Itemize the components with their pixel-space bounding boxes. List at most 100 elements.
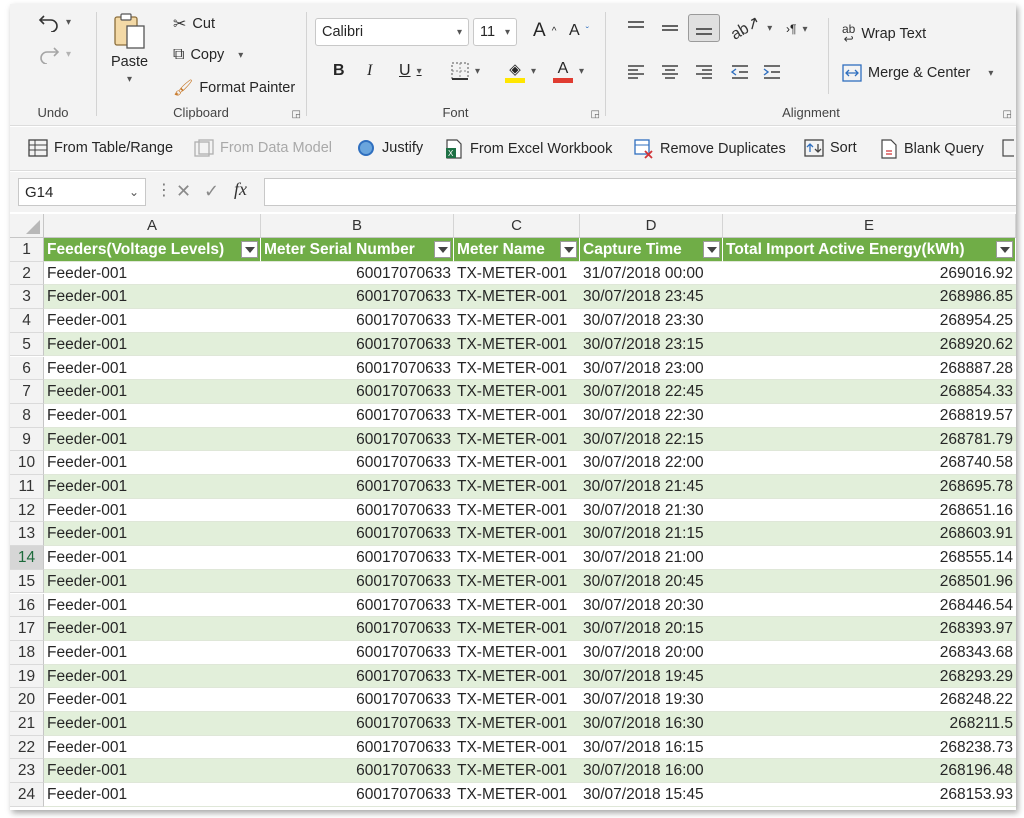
- table-cell[interactable]: Feeder-001: [44, 427, 261, 452]
- table-cell[interactable]: TX-METER-001: [454, 451, 580, 475]
- row-number[interactable]: 9: [10, 427, 44, 452]
- table-cell[interactable]: Feeder-001: [44, 617, 261, 641]
- table-cell[interactable]: 30/07/2018 15:45: [580, 783, 723, 807]
- more-options-icon[interactable]: ⋮: [156, 180, 172, 200]
- row-number[interactable]: 8: [10, 403, 44, 428]
- font-size-dropdown[interactable]: 11 ▾: [473, 18, 517, 46]
- table-cell[interactable]: TX-METER-001: [454, 356, 580, 381]
- top-align-button[interactable]: [626, 20, 646, 36]
- formula-input[interactable]: [264, 178, 1016, 206]
- filter-dropdown-icon[interactable]: [241, 241, 258, 258]
- table-header-cell[interactable]: Meter Name: [454, 238, 580, 262]
- table-cell[interactable]: 60017070633: [261, 593, 454, 618]
- table-cell[interactable]: Feeder-001: [44, 403, 261, 428]
- table-cell[interactable]: 30/07/2018 16:30: [580, 712, 723, 736]
- paste-button[interactable]: Paste ▾: [111, 12, 148, 85]
- row-number[interactable]: 3: [10, 285, 44, 310]
- table-cell[interactable]: 268954.25: [723, 309, 1016, 333]
- decrease-font-size-button[interactable]: Aˇ: [569, 22, 589, 40]
- wrap-text-button[interactable]: ab ↩ Wrap Text: [842, 23, 926, 45]
- table-cell[interactable]: TX-METER-001: [454, 285, 580, 310]
- table-cell[interactable]: Feeder-001: [44, 285, 261, 310]
- remove-duplicates-button[interactable]: Remove Duplicates: [634, 139, 786, 159]
- row-number[interactable]: 1: [10, 238, 44, 262]
- table-cell[interactable]: TX-METER-001: [454, 546, 580, 570]
- row-number[interactable]: 19: [10, 664, 44, 689]
- table-header-cell[interactable]: Feeders(Voltage Levels): [44, 238, 261, 262]
- row-number[interactable]: 14: [10, 546, 44, 570]
- table-cell[interactable]: TX-METER-001: [454, 664, 580, 689]
- row-number[interactable]: 21: [10, 712, 44, 736]
- table-cell[interactable]: 268887.28: [723, 356, 1016, 381]
- row-number[interactable]: 2: [10, 261, 44, 286]
- table-cell[interactable]: 30/07/2018 23:15: [580, 332, 723, 357]
- undo-button[interactable]: ▾: [38, 12, 71, 32]
- table-cell[interactable]: 268196.48: [723, 759, 1016, 784]
- from-excel-workbook-button[interactable]: X From Excel Workbook: [444, 139, 612, 159]
- table-cell[interactable]: 268501.96: [723, 569, 1016, 594]
- table-cell[interactable]: 268293.29: [723, 664, 1016, 689]
- select-all-corner[interactable]: [10, 214, 44, 238]
- insert-function-icon[interactable]: fx: [234, 179, 247, 200]
- format-painter-button[interactable]: 🖌 Format Painter: [173, 78, 295, 98]
- table-cell[interactable]: 30/07/2018 16:15: [580, 735, 723, 760]
- table-cell[interactable]: TX-METER-001: [454, 617, 580, 641]
- row-number[interactable]: 23: [10, 759, 44, 784]
- table-cell[interactable]: 30/07/2018 22:30: [580, 403, 723, 428]
- blank-query-button[interactable]: Blank Query: [880, 139, 984, 159]
- table-cell[interactable]: 30/07/2018 22:45: [580, 380, 723, 404]
- table-cell[interactable]: 268781.79: [723, 427, 1016, 452]
- row-number[interactable]: 15: [10, 569, 44, 594]
- table-cell[interactable]: 268211.5: [723, 712, 1016, 736]
- table-cell[interactable]: 60017070633: [261, 427, 454, 452]
- table-cell[interactable]: TX-METER-001: [454, 427, 580, 452]
- filter-dropdown-icon[interactable]: [996, 241, 1013, 258]
- column-header-c[interactable]: C: [454, 214, 580, 238]
- column-header-e[interactable]: E: [723, 214, 1016, 238]
- table-cell[interactable]: 268393.97: [723, 617, 1016, 641]
- table-cell[interactable]: TX-METER-001: [454, 309, 580, 333]
- table-cell[interactable]: Feeder-001: [44, 309, 261, 333]
- table-cell[interactable]: TX-METER-001: [454, 403, 580, 428]
- table-cell[interactable]: Feeder-001: [44, 593, 261, 618]
- table-cell[interactable]: 268603.91: [723, 522, 1016, 547]
- table-cell[interactable]: 30/07/2018 19:45: [580, 664, 723, 689]
- table-cell[interactable]: 60017070633: [261, 759, 454, 784]
- table-cell[interactable]: 268446.54: [723, 593, 1016, 618]
- table-cell[interactable]: 60017070633: [261, 546, 454, 570]
- table-cell[interactable]: 30/07/2018 21:30: [580, 498, 723, 523]
- table-cell[interactable]: TX-METER-001: [454, 759, 580, 784]
- table-cell[interactable]: 268248.22: [723, 688, 1016, 712]
- table-cell[interactable]: 60017070633: [261, 380, 454, 404]
- row-number[interactable]: 12: [10, 498, 44, 523]
- row-number[interactable]: 6: [10, 356, 44, 381]
- table-cell[interactable]: TX-METER-001: [454, 593, 580, 618]
- italic-button[interactable]: I: [367, 62, 372, 80]
- table-cell[interactable]: 60017070633: [261, 475, 454, 499]
- align-center-button[interactable]: [660, 64, 680, 80]
- table-cell[interactable]: 268238.73: [723, 735, 1016, 760]
- table-cell[interactable]: Feeder-001: [44, 640, 261, 665]
- table-cell[interactable]: 60017070633: [261, 285, 454, 310]
- table-header-cell[interactable]: Capture Time: [580, 238, 723, 262]
- table-cell[interactable]: Feeder-001: [44, 498, 261, 523]
- row-number[interactable]: 20: [10, 688, 44, 712]
- table-cell[interactable]: Feeder-001: [44, 664, 261, 689]
- table-cell[interactable]: 30/07/2018 21:45: [580, 475, 723, 499]
- table-cell[interactable]: 30/07/2018 22:15: [580, 427, 723, 452]
- table-cell[interactable]: 60017070633: [261, 640, 454, 665]
- table-header-cell[interactable]: Total Import Active Energy(kWh): [723, 238, 1016, 262]
- table-cell[interactable]: 268695.78: [723, 475, 1016, 499]
- increase-font-size-button[interactable]: A ^: [533, 20, 556, 42]
- table-cell[interactable]: 268819.57: [723, 403, 1016, 428]
- table-cell[interactable]: Feeder-001: [44, 783, 261, 807]
- dialog-launcher-icon[interactable]: ◲: [591, 109, 600, 120]
- text-direction-button[interactable]: ›¶ ▾: [786, 22, 807, 36]
- table-cell[interactable]: TX-METER-001: [454, 261, 580, 286]
- table-cell[interactable]: 60017070633: [261, 735, 454, 760]
- table-cell[interactable]: Feeder-001: [44, 475, 261, 499]
- table-cell[interactable]: 60017070633: [261, 332, 454, 357]
- table-cell[interactable]: 60017070633: [261, 403, 454, 428]
- copy-button[interactable]: ⧉ Copy ▾: [173, 46, 243, 64]
- table-cell[interactable]: 60017070633: [261, 688, 454, 712]
